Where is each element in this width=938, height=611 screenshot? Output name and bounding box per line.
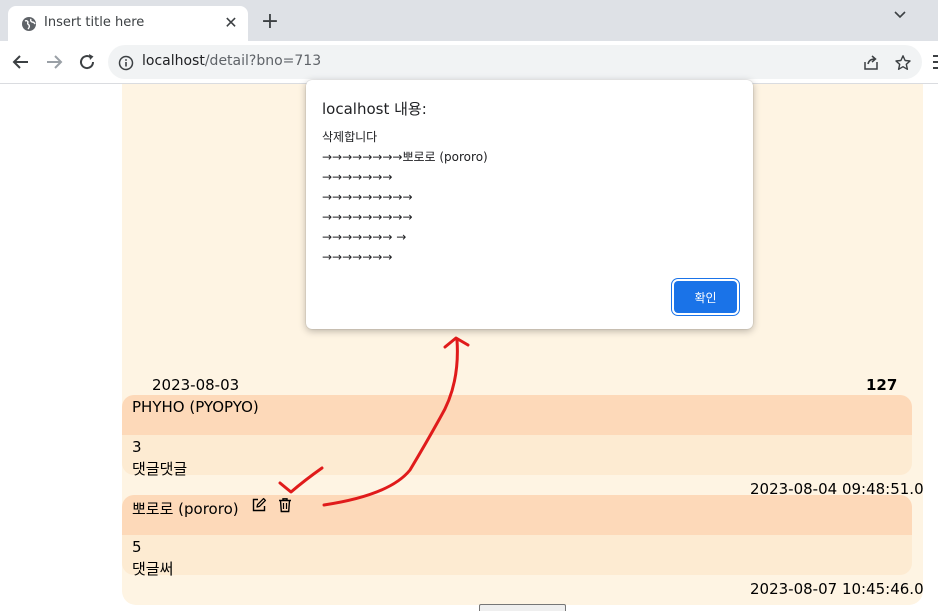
comment-header [122, 495, 912, 535]
comment-number: 3 [132, 438, 142, 456]
comment-text: 댓글댓글 [132, 460, 188, 478]
close-tab-icon[interactable]: ✕ [222, 14, 240, 32]
comment-timestamp: 2023-08-07 10:45:46.0 [750, 580, 924, 598]
share-icon[interactable] [862, 54, 880, 72]
site-info-icon[interactable] [118, 55, 134, 71]
menu-icon[interactable] [932, 52, 938, 72]
url-host: localhost [142, 53, 205, 69]
comment-text: 댓글써 [132, 560, 174, 578]
alert-dialog: localhost 내용: 삭제합니다 →→→→→→→→뽀로로 (pororo)… [306, 80, 753, 329]
dialog-message-line: 삭제합니다 [322, 130, 378, 144]
page-button[interactable] [479, 604, 566, 611]
dialog-message-line: →→→→→→→→→ [322, 190, 413, 204]
comment-body [122, 535, 912, 575]
edit-icon[interactable] [251, 497, 267, 513]
globe-icon [22, 17, 36, 31]
post-count: 127 [866, 376, 898, 394]
new-tab-button[interactable]: + [259, 11, 281, 33]
trash-icon[interactable] [277, 497, 293, 513]
dialog-message-line: →→→→→→→→→ [322, 210, 413, 224]
address-bar[interactable]: localhost/detail?bno=713 [108, 45, 922, 79]
dialog-message-line: →→→→→→→ → [322, 230, 407, 244]
browser-toolbar: localhost/detail?bno=713 [0, 41, 938, 84]
browser-tab[interactable]: Insert title here ✕ [8, 6, 248, 41]
tab-strip: Insert title here ✕ + [0, 0, 938, 41]
dialog-message-line: →→→→→→→ [322, 250, 393, 264]
comment-author: 뽀로로 (pororo) [132, 500, 239, 518]
dialog-message-line: →→→→→→→→뽀로로 (pororo) [322, 150, 488, 164]
comment-number: 5 [132, 538, 142, 556]
bookmark-star-icon[interactable] [894, 54, 912, 72]
comment-author: PHYHO (PYOPYO) [132, 398, 259, 416]
forward-arrow-icon[interactable] [43, 51, 65, 73]
dialog-title: localhost 내용: [322, 100, 427, 118]
dialog-message-line: →→→→→→→ [322, 170, 393, 184]
url-path: /detail?bno=713 [204, 53, 322, 69]
chevron-down-icon[interactable] [891, 5, 909, 23]
back-arrow-icon[interactable] [10, 51, 32, 73]
reload-icon[interactable] [76, 51, 98, 73]
post-date: 2023-08-03 [152, 376, 240, 394]
dialog-message: 삭제합니다 →→→→→→→→뽀로로 (pororo) →→→→→→→ →→→→→… [322, 127, 488, 267]
comment-body [122, 435, 912, 475]
tab-title: Insert title here [44, 15, 145, 30]
url-text[interactable]: localhost/detail?bno=713 [142, 53, 321, 69]
ok-button[interactable]: 확인 [674, 281, 737, 313]
